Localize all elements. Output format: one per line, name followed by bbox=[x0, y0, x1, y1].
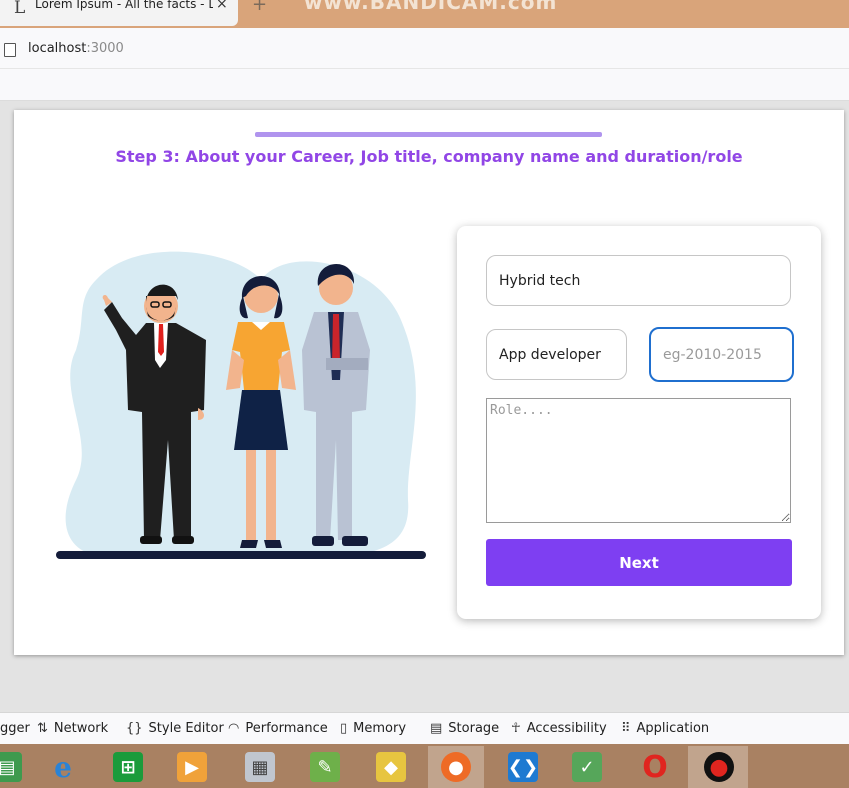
tab-title: Lorem Ipsum - All the facts - Li bbox=[35, 0, 213, 11]
paint-icon[interactable]: ◆ bbox=[376, 752, 406, 782]
apk-editor-icon[interactable]: ✓ bbox=[572, 752, 602, 782]
duration-input[interactable] bbox=[649, 327, 794, 382]
url-port: :3000 bbox=[86, 41, 124, 56]
company-name-input[interactable] bbox=[486, 255, 791, 306]
devtools-tab-label: Network bbox=[53, 721, 109, 736]
gauge-icon: ◠ bbox=[228, 721, 240, 736]
toolbar-strip bbox=[0, 69, 849, 101]
windows-taskbar: ▤ e ⊞ ▶ ▦ ✎ ◆ ● ❮❯ ✓ O ● bbox=[0, 744, 849, 788]
address-bar[interactable]: localhost:3000 bbox=[0, 28, 849, 69]
media-player-icon[interactable]: ▶ bbox=[177, 752, 207, 782]
step-title: Step 3: About your Career, Job title, co… bbox=[115, 147, 743, 166]
page-icon bbox=[4, 43, 16, 57]
devtools-tab-label: Performance bbox=[245, 721, 328, 736]
grid-icon: ⠿ bbox=[621, 721, 631, 736]
tab-close-icon[interactable]: × bbox=[216, 0, 228, 12]
file-explorer-icon[interactable]: ▤ bbox=[0, 752, 22, 782]
network-icon: ⇅ bbox=[37, 721, 48, 736]
devtools-tab-label: Storage bbox=[448, 721, 500, 736]
devtools-toolbar: gger ⇅ Network {} Style Editor ◠ Performanc… bbox=[0, 712, 849, 745]
devtools-tab-style-editor[interactable]: {} Style Editor bbox=[126, 721, 224, 736]
career-form-panel: Next bbox=[457, 226, 821, 619]
url-text[interactable]: localhost:3000 bbox=[28, 41, 124, 56]
url-host: localhost bbox=[28, 41, 87, 56]
store-icon[interactable]: ⊞ bbox=[113, 752, 143, 782]
new-tab-icon[interactable]: + bbox=[252, 0, 267, 15]
opera-icon[interactable]: O bbox=[640, 750, 670, 785]
next-button[interactable]: Next bbox=[486, 539, 792, 586]
internet-explorer-icon[interactable]: e bbox=[48, 751, 78, 784]
bandicam-icon[interactable]: ● bbox=[704, 752, 734, 782]
devtools-tab-label: Memory bbox=[353, 721, 407, 736]
role-textarea[interactable] bbox=[486, 398, 791, 523]
form-card: Step 3: About your Career, Job title, co… bbox=[14, 110, 844, 655]
devtools-tab-memory[interactable]: ▯ Memory bbox=[340, 721, 406, 736]
devtools-tab-debugger[interactable]: gger bbox=[0, 721, 30, 736]
team-illustration bbox=[56, 251, 426, 559]
devtools-tab-label: Accessibility bbox=[526, 721, 607, 736]
browser-tab[interactable]: L Lorem Ipsum - All the facts - Li × bbox=[0, 0, 238, 26]
devtools-tab-accessibility[interactable]: ☥ Accessibility bbox=[511, 721, 607, 736]
memory-chip-icon: ▯ bbox=[340, 721, 348, 736]
bandicam-watermark: www.BANDICAM.com bbox=[304, 0, 558, 14]
calculator-icon[interactable]: ▦ bbox=[245, 752, 275, 782]
firefox-icon[interactable]: ● bbox=[441, 752, 471, 782]
devtools-tab-label: gger bbox=[0, 721, 30, 736]
braces-icon: {} bbox=[126, 721, 143, 736]
devtools-tab-label: Application bbox=[636, 721, 710, 736]
vscode-icon[interactable]: ❮❯ bbox=[508, 752, 538, 782]
devtools-tab-application[interactable]: ⠿ Application bbox=[621, 721, 709, 736]
devtools-tab-storage[interactable]: ▤ Storage bbox=[430, 721, 499, 736]
job-title-input[interactable] bbox=[486, 329, 627, 380]
tab-favicon-icon: L bbox=[14, 0, 26, 18]
devtools-tab-performance[interactable]: ◠ Performance bbox=[228, 721, 328, 736]
devtools-tab-network[interactable]: ⇅ Network bbox=[37, 721, 108, 736]
accessibility-icon: ☥ bbox=[511, 721, 521, 736]
browser-tab-bar: L Lorem Ipsum - All the facts - Li × + w… bbox=[0, 0, 849, 28]
step-progress-bar bbox=[255, 132, 602, 137]
notepad-plus-plus-icon[interactable]: ✎ bbox=[310, 752, 340, 782]
devtools-tab-label: Style Editor bbox=[148, 721, 224, 736]
storage-icon: ▤ bbox=[430, 721, 443, 736]
